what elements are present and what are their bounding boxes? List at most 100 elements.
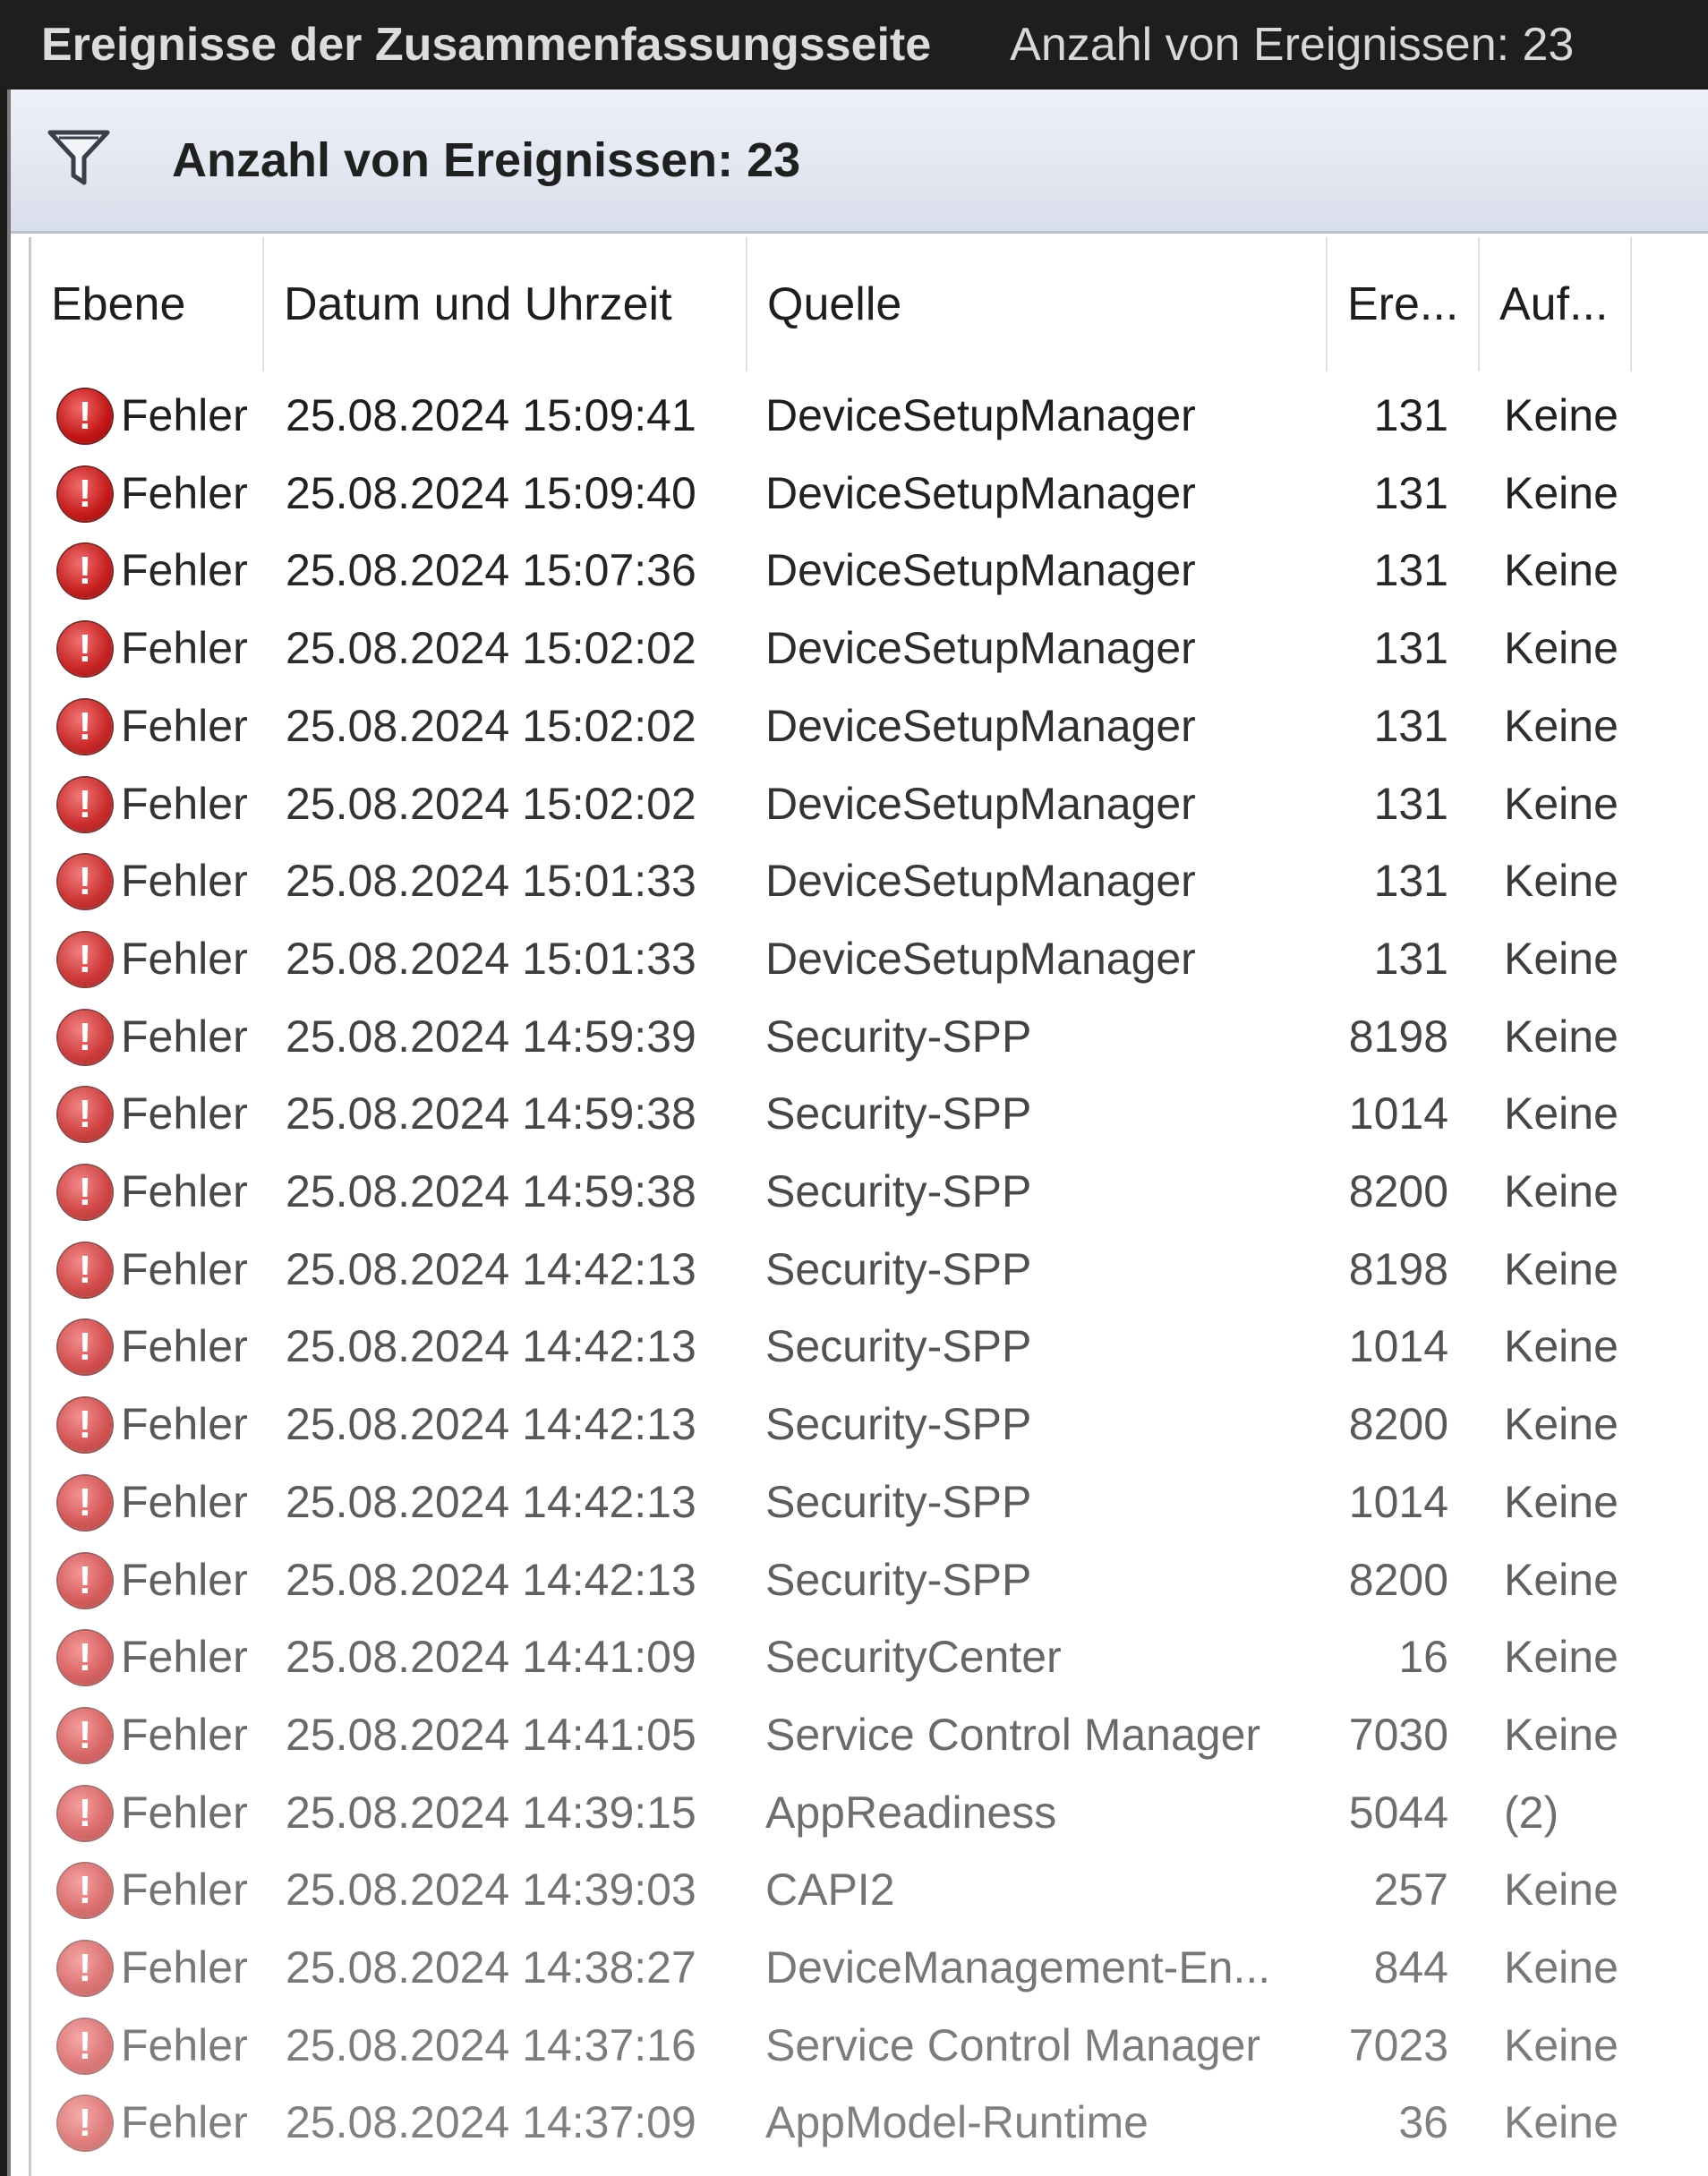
level-cell: Fehler bbox=[121, 1166, 248, 1216]
level-cell: Fehler bbox=[121, 1865, 248, 1916]
table-row[interactable]: ! Fehler 25.08.2024 14:42:13 Security-SPP 10… bbox=[31, 1463, 1708, 1541]
column-header-datetime[interactable]: Datum und Uhrzeit bbox=[264, 237, 747, 371]
column-header-task[interactable]: Auf... bbox=[1480, 237, 1632, 371]
event-id-cell: 8200 bbox=[1348, 1399, 1448, 1450]
table-row[interactable]: ! Fehler 25.08.2024 14:42:13 Security-SPP 82… bbox=[31, 1386, 1708, 1463]
error-icon: ! bbox=[58, 777, 112, 832]
filter-bar[interactable]: Anzahl von Ereignissen: 23 bbox=[11, 90, 1708, 234]
datetime-cell: 25.08.2024 14:59:39 bbox=[286, 1011, 696, 1062]
table-row[interactable]: ! Fehler 25.08.2024 15:01:33 DeviceSetupMan… bbox=[31, 920, 1708, 998]
level-cell: Fehler bbox=[121, 467, 248, 518]
source-cell: Security-SPP bbox=[765, 1399, 1032, 1450]
event-id-cell: 8198 bbox=[1348, 1243, 1448, 1294]
task-cell: Keine bbox=[1504, 1865, 1618, 1916]
source-cell: AppModel-Runtime bbox=[765, 2097, 1149, 2148]
table-row[interactable]: ! Fehler 25.08.2024 14:42:13 Security-SPP 81… bbox=[31, 1231, 1708, 1309]
level-cell: Fehler bbox=[121, 1321, 248, 1372]
level-cell: Fehler bbox=[121, 390, 248, 440]
event-id-cell: 257 bbox=[1373, 1865, 1448, 1916]
source-cell: DeviceManagement-En... bbox=[765, 1942, 1271, 1993]
source-cell: DeviceSetupManager bbox=[765, 700, 1196, 751]
source-cell: Security-SPP bbox=[765, 1166, 1032, 1216]
source-cell: SecurityCenter bbox=[765, 1632, 1062, 1683]
table-row[interactable]: ! Fehler 25.08.2024 15:02:02 DeviceSetupMan… bbox=[31, 765, 1708, 843]
level-cell: Fehler bbox=[121, 623, 248, 674]
error-icon: ! bbox=[58, 466, 112, 521]
task-cell: (2) bbox=[1504, 1787, 1559, 1838]
table-row[interactable]: ! Fehler 25.08.2024 14:41:09 SecurityCenter… bbox=[31, 1618, 1708, 1696]
task-cell: Keine bbox=[1504, 1476, 1618, 1527]
level-cell: Fehler bbox=[121, 1011, 248, 1062]
error-icon: ! bbox=[58, 1941, 112, 1995]
column-header-source[interactable]: Quelle bbox=[747, 237, 1328, 371]
table-row[interactable]: ! Fehler 25.08.2024 14:37:09 AppModel-Runti… bbox=[31, 2084, 1708, 2162]
level-cell: Fehler bbox=[121, 1942, 248, 1993]
level-cell: Fehler bbox=[121, 933, 248, 984]
level-cell: Fehler bbox=[121, 700, 248, 751]
error-icon: ! bbox=[58, 1010, 112, 1064]
table-row[interactable]: ! Fehler 25.08.2024 14:38:27 DeviceManageme… bbox=[31, 1929, 1708, 2007]
table-row[interactable]: ! Fehler 25.08.2024 14:39:15 AppReadiness 50… bbox=[31, 1774, 1708, 1852]
column-header-level[interactable]: Ebene bbox=[31, 237, 264, 371]
event-id-cell: 131 bbox=[1373, 545, 1448, 596]
error-icon: ! bbox=[58, 2096, 112, 2151]
source-cell: Security-SPP bbox=[765, 1476, 1032, 1527]
datetime-cell: 25.08.2024 14:59:38 bbox=[286, 1088, 696, 1139]
filter-icon[interactable] bbox=[47, 129, 111, 188]
source-cell: Security-SPP bbox=[765, 1011, 1032, 1062]
event-id-cell: 1014 bbox=[1348, 1476, 1448, 1527]
event-id-cell: 16 bbox=[1398, 1632, 1448, 1683]
table-row[interactable]: ! Fehler 25.08.2024 14:59:39 Security-SPP 81… bbox=[31, 998, 1708, 1076]
table-row[interactable]: ! Fehler 25.08.2024 15:01:33 DeviceSetupMan… bbox=[31, 842, 1708, 920]
source-cell: Security-SPP bbox=[765, 1243, 1032, 1294]
level-cell: Fehler bbox=[121, 1476, 248, 1527]
column-header-event-id[interactable]: Ere... bbox=[1328, 237, 1480, 371]
task-cell: Keine bbox=[1504, 856, 1618, 907]
datetime-cell: 25.08.2024 15:09:41 bbox=[286, 390, 696, 440]
level-cell: Fehler bbox=[121, 778, 248, 829]
level-cell: Fehler bbox=[121, 1088, 248, 1139]
error-icon: ! bbox=[58, 1708, 112, 1762]
table-row[interactable]: ! Fehler 25.08.2024 14:37:16 Service Contro… bbox=[31, 2007, 1708, 2085]
table-row[interactable]: ! Fehler 25.08.2024 14:59:38 Security-SPP 10… bbox=[31, 1075, 1708, 1153]
source-cell: DeviceSetupManager bbox=[765, 390, 1196, 440]
level-cell: Fehler bbox=[121, 856, 248, 907]
error-icon: ! bbox=[58, 1553, 112, 1608]
events-panel: Anzahl von Ereignissen: 23 Ebene Datum u… bbox=[7, 90, 1708, 2176]
source-cell: DeviceSetupManager bbox=[765, 778, 1196, 829]
table-row[interactable]: ! Fehler 25.08.2024 15:09:40 DeviceSetupMan… bbox=[31, 455, 1708, 533]
datetime-cell: 25.08.2024 15:01:33 bbox=[286, 856, 696, 907]
event-id-cell: 131 bbox=[1373, 467, 1448, 518]
event-id-cell: 36 bbox=[1398, 2097, 1448, 2148]
task-cell: Keine bbox=[1504, 700, 1618, 751]
table-row[interactable]: ! Fehler 25.08.2024 14:42:13 Security-SPP 10… bbox=[31, 1308, 1708, 1386]
task-cell: Keine bbox=[1504, 1166, 1618, 1216]
source-cell: AppReadiness bbox=[765, 1787, 1057, 1838]
table-row[interactable]: ! Fehler 25.08.2024 14:41:05 Service Contro… bbox=[31, 1696, 1708, 1774]
table-row[interactable]: ! Fehler 25.08.2024 15:02:02 DeviceSetupMan… bbox=[31, 687, 1708, 765]
table-row[interactable]: ! Fehler 25.08.2024 15:02:02 DeviceSetupMan… bbox=[31, 610, 1708, 687]
datetime-cell: 25.08.2024 15:07:36 bbox=[286, 545, 696, 596]
level-cell: Fehler bbox=[121, 1554, 248, 1605]
datetime-cell: 25.08.2024 14:39:03 bbox=[286, 1865, 696, 1916]
datetime-cell: 25.08.2024 15:02:02 bbox=[286, 623, 696, 674]
table-row[interactable]: ! Fehler 25.08.2024 14:42:13 Security-SPP 82… bbox=[31, 1541, 1708, 1619]
task-cell: Keine bbox=[1504, 933, 1618, 984]
task-cell: Keine bbox=[1504, 1011, 1618, 1062]
table-row[interactable]: ! Fehler 25.08.2024 14:59:38 Security-SPP 82… bbox=[31, 1153, 1708, 1231]
table-header: Ebene Datum und Uhrzeit Quelle Ere... Au… bbox=[31, 237, 1708, 371]
table-row[interactable]: ! Fehler 25.08.2024 15:07:36 DeviceSetupMan… bbox=[31, 532, 1708, 610]
event-id-cell: 1014 bbox=[1348, 1088, 1448, 1139]
task-cell: Keine bbox=[1504, 1243, 1618, 1294]
datetime-cell: 25.08.2024 14:39:15 bbox=[286, 1787, 696, 1838]
event-id-cell: 5044 bbox=[1348, 1787, 1448, 1838]
table-row[interactable]: ! Fehler 25.08.2024 14:39:03 CAPI2 257 Keine bbox=[31, 1851, 1708, 1929]
table-row[interactable]: ! Fehler 25.08.2024 15:09:41 DeviceSetupMan… bbox=[31, 377, 1708, 455]
source-cell: Service Control Manager bbox=[765, 1709, 1261, 1760]
task-cell: Keine bbox=[1504, 545, 1618, 596]
window-title: Ereignisse der Zusammenfassungsseite bbox=[41, 19, 932, 71]
datetime-cell: 25.08.2024 15:02:02 bbox=[286, 778, 696, 829]
datetime-cell: 25.08.2024 14:37:09 bbox=[286, 2097, 696, 2148]
error-icon: ! bbox=[58, 1320, 112, 1375]
event-id-cell: 7023 bbox=[1348, 2019, 1448, 2070]
